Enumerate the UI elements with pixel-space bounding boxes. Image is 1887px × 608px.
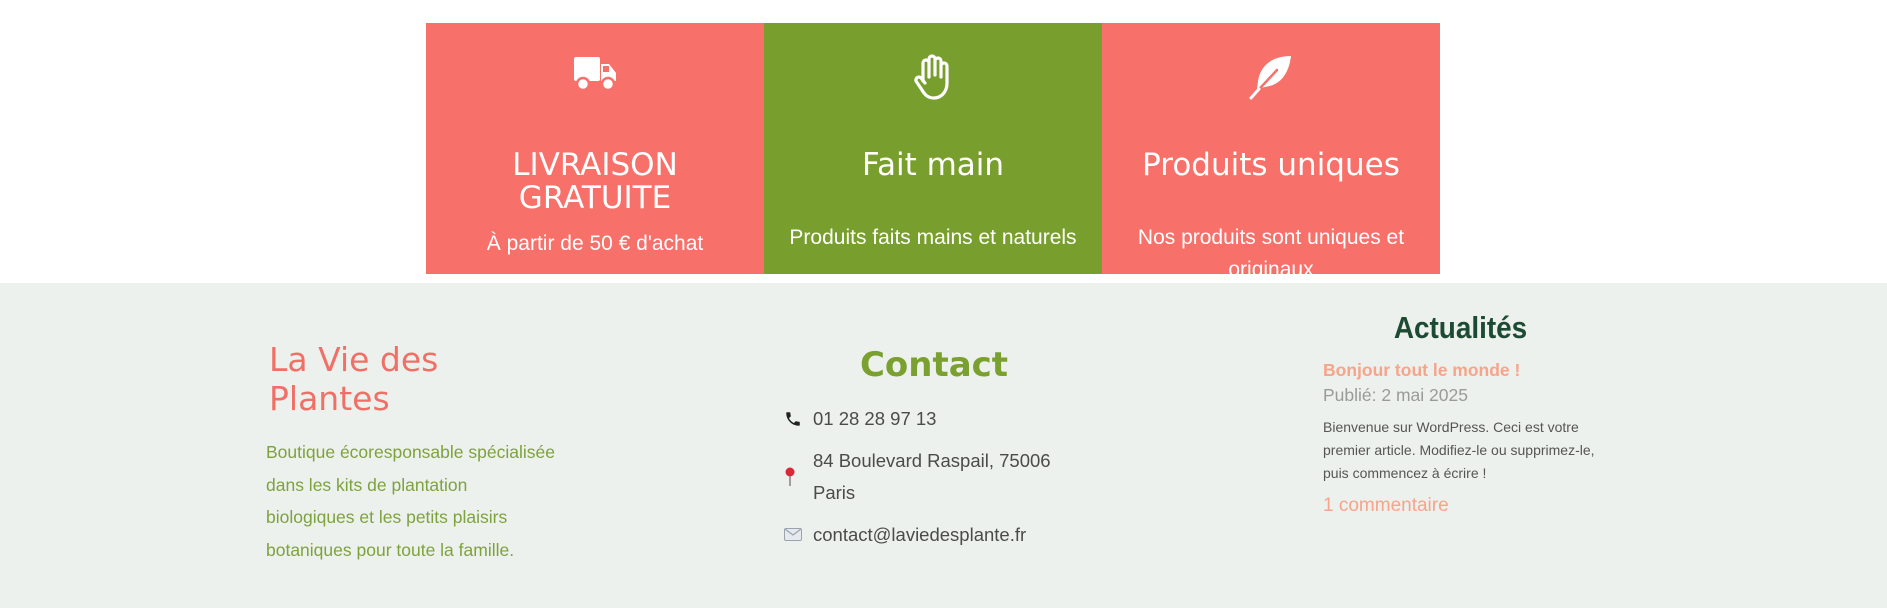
post-date: Publié: 2 mai 2025 [1323, 385, 1468, 405]
footer-news-column: Actualités Bonjour tout le monde ! Publi… [1323, 310, 1623, 517]
phone-text: 01 28 28 97 13 [813, 408, 937, 429]
phone-icon [784, 403, 813, 435]
feature-title: LIVRAISON GRATUITE [512, 147, 678, 216]
feather-icon [1102, 53, 1440, 103]
contact-email[interactable]: contact@laviedesplante.fr [784, 519, 1104, 552]
news-title: Actualités [1393, 310, 1528, 345]
feature-free-delivery: LIVRAISON GRATUITE À partir de 50 € d'ac… [426, 23, 764, 274]
truck-icon [426, 53, 764, 103]
map-pin-icon [784, 445, 813, 509]
hand-icon [764, 53, 1102, 103]
features-strip: LIVRAISON GRATUITE À partir de 50 € d'ac… [426, 23, 1440, 281]
site-footer: La Vie des Plantes Boutique écoresponsab… [0, 283, 1887, 608]
feature-unique-products: Produits uniques Nos produits sont uniqu… [1102, 23, 1440, 281]
contact-list: 01 28 28 97 13 84 Boulevard Raspail, 750… [784, 403, 1104, 551]
brand-name: La Vie des Plantes [269, 340, 439, 418]
feature-title: Produits uniques [1142, 147, 1400, 183]
envelope-icon [784, 519, 813, 551]
contact-address: 84 Boulevard Raspail, 75006 Paris [784, 445, 1104, 510]
contact-title: Contact [859, 345, 1009, 385]
contact-phone[interactable]: 01 28 28 97 13 [784, 403, 1104, 436]
feature-handmade: Fait main Produits faits mains et nature… [764, 23, 1102, 274]
feature-subtitle: Nos produits sont uniques et originaux [1137, 226, 1405, 281]
feature-title: Fait main [861, 147, 1005, 183]
post-title-link[interactable]: Bonjour tout le monde ! [1323, 360, 1623, 381]
brand-description: Boutique écoresponsable spécialisée dans… [266, 442, 555, 560]
address-text: 84 Boulevard Raspail, 75006 Paris [813, 449, 1051, 504]
email-text: contact@laviedesplante.fr [813, 523, 1027, 545]
footer-brand-column: La Vie des Plantes Boutique écoresponsab… [266, 340, 566, 566]
feature-subtitle: À partir de 50 € d'achat [486, 232, 704, 255]
feature-subtitle: Produits faits mains et naturels [789, 226, 1077, 249]
footer-contact-column: Contact 01 28 28 97 13 84 Boulevard Rasp… [784, 345, 1104, 551]
comments-link[interactable]: 1 commentaire [1323, 495, 1449, 517]
post-excerpt: Bienvenue sur WordPress. Ceci est votre … [1323, 419, 1595, 481]
